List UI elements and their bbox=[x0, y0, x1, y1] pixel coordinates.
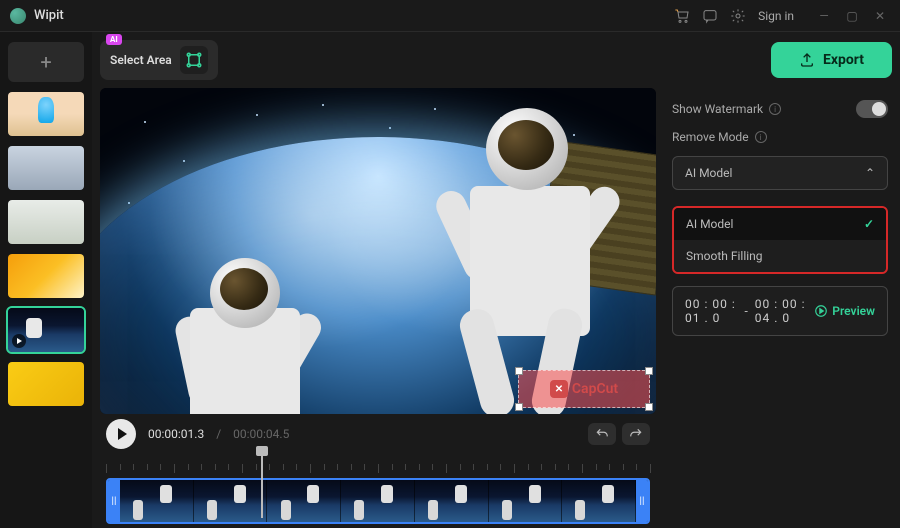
ai-badge: AI bbox=[106, 34, 122, 45]
dropdown-option-ai-model[interactable]: AI Model ✓ bbox=[674, 208, 886, 240]
dropdown-selected: AI Model bbox=[685, 166, 732, 180]
range-start[interactable]: 00 : 00 : 01 . 0 bbox=[685, 297, 738, 325]
select-area-label: Select Area bbox=[110, 53, 172, 67]
titlebar: Wipit Sign in — ▢ ✕ bbox=[0, 0, 900, 32]
duration-time: 00:00:04.5 bbox=[233, 427, 289, 441]
clip-frame bbox=[194, 480, 268, 522]
clip-frame bbox=[341, 480, 415, 522]
preview-canvas[interactable]: CapCut bbox=[100, 88, 656, 414]
clip-frame bbox=[120, 480, 194, 522]
settings-icon[interactable] bbox=[730, 8, 746, 24]
timeline[interactable]: || || bbox=[100, 454, 656, 524]
range-sep: - bbox=[744, 304, 748, 318]
crop-icon bbox=[180, 46, 208, 74]
export-label: Export bbox=[823, 52, 864, 68]
transport-bar: 00:00:01.3 / 00:00:04.5 bbox=[100, 414, 656, 454]
option-label: AI Model bbox=[686, 217, 733, 231]
chevron-up-icon: ⌃ bbox=[865, 166, 875, 180]
watermark-text: CapCut bbox=[572, 381, 618, 397]
thumb-sunflowers[interactable] bbox=[8, 362, 84, 406]
info-icon[interactable]: i bbox=[755, 131, 767, 143]
select-area-tool[interactable]: AI Select Area bbox=[100, 40, 218, 80]
redo-button[interactable] bbox=[622, 423, 650, 445]
export-icon bbox=[799, 52, 815, 68]
clip-handle-right[interactable]: || bbox=[636, 480, 648, 522]
undo-button[interactable] bbox=[588, 423, 616, 445]
clip-frame bbox=[489, 480, 563, 522]
media-sidebar: + bbox=[0, 32, 92, 528]
properties-panel: Show Watermark i Remove Mode i AI Model … bbox=[668, 88, 892, 524]
maximize-button[interactable]: ▢ bbox=[842, 6, 862, 26]
clip-frame bbox=[267, 480, 341, 522]
remove-mode-dropdown[interactable]: AI Model ⌃ bbox=[672, 156, 888, 190]
dropdown-option-smooth-filling[interactable]: Smooth Filling bbox=[674, 240, 886, 272]
astronaut-foreground bbox=[410, 108, 656, 398]
time-separator: / bbox=[216, 427, 221, 441]
close-button[interactable]: ✕ bbox=[870, 6, 890, 26]
app-title: Wipit bbox=[34, 8, 64, 23]
astronaut-left bbox=[160, 258, 330, 414]
preview-label: Preview bbox=[832, 304, 875, 318]
thumb-tshirt[interactable] bbox=[8, 200, 84, 244]
cart-icon[interactable] bbox=[674, 8, 690, 24]
option-label: Smooth Filling bbox=[686, 249, 763, 263]
clip-frame bbox=[562, 480, 636, 522]
check-icon: ✓ bbox=[864, 217, 874, 231]
timeline-ruler[interactable] bbox=[106, 464, 650, 474]
export-button[interactable]: Export bbox=[771, 42, 892, 78]
signin-link[interactable]: Sign in bbox=[758, 9, 794, 23]
clip-handle-left[interactable]: || bbox=[108, 480, 120, 522]
app-logo bbox=[10, 8, 26, 24]
thumb-ice-cream[interactable] bbox=[8, 92, 84, 136]
minimize-button[interactable]: — bbox=[814, 6, 834, 26]
show-watermark-label: Show Watermark bbox=[672, 102, 763, 116]
timeline-track[interactable]: || || bbox=[106, 478, 650, 524]
time-range-panel: 00 : 00 : 01 . 0 - 00 : 00 : 04 . 0 Prev… bbox=[672, 286, 888, 336]
watermark-selection[interactable]: CapCut bbox=[518, 370, 650, 408]
capcut-logo-icon bbox=[550, 380, 568, 398]
watermark-content: CapCut bbox=[519, 371, 649, 407]
timeline-clip[interactable]: || || bbox=[106, 478, 650, 524]
clip-frame bbox=[415, 480, 489, 522]
thumb-flowers-orange[interactable] bbox=[8, 254, 84, 298]
show-watermark-toggle[interactable] bbox=[856, 100, 888, 118]
range-end[interactable]: 00 : 00 : 04 . 0 bbox=[755, 297, 808, 325]
thumb-living-room[interactable] bbox=[8, 146, 84, 190]
preview-icon bbox=[814, 304, 828, 318]
info-icon[interactable]: i bbox=[769, 103, 781, 115]
playhead[interactable] bbox=[261, 452, 263, 518]
preview-button[interactable]: Preview bbox=[814, 304, 875, 318]
play-button[interactable] bbox=[106, 419, 136, 449]
thumb-astronaut[interactable] bbox=[8, 308, 84, 352]
feedback-icon[interactable] bbox=[702, 8, 718, 24]
dropdown-option-list: AI Model ✓ Smooth Filling bbox=[672, 206, 888, 274]
current-time: 00:00:01.3 bbox=[148, 427, 204, 441]
add-media-button[interactable]: + bbox=[8, 42, 84, 82]
remove-mode-label: Remove Mode bbox=[672, 130, 749, 144]
